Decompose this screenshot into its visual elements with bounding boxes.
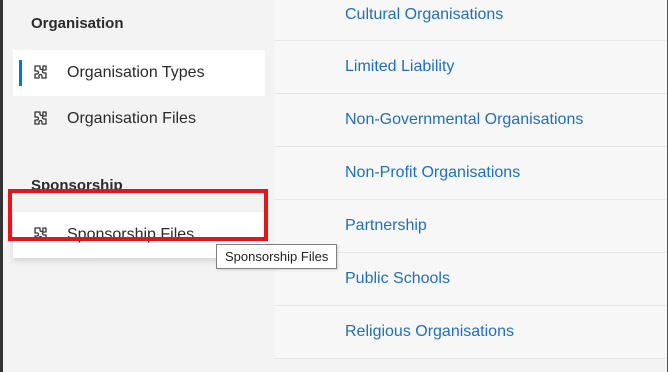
puzzle-icon <box>31 64 49 82</box>
list-item[interactable]: Non-Governmental Organisations <box>275 94 667 147</box>
content-panel: Cultural Organisations Limited Liability… <box>265 0 667 372</box>
sidebar-item-organisation-files[interactable]: Organisation Files <box>13 96 265 142</box>
list-item[interactable]: Cultural Organisations <box>275 0 667 41</box>
puzzle-icon <box>31 110 49 128</box>
list-item[interactable]: Non-Profit Organisations <box>275 147 667 200</box>
section-heading-sponsorship: Sponsorship <box>31 177 123 194</box>
active-indicator <box>19 60 22 86</box>
list-item[interactable]: Limited Liability <box>275 41 667 94</box>
sidebar-item-organisation-types[interactable]: Organisation Types <box>13 50 265 96</box>
sidebar-item-label: Sponsorship Files <box>67 226 195 243</box>
sidebar-item-label: Organisation Types <box>67 64 205 81</box>
puzzle-icon <box>31 226 49 244</box>
window-left-edge <box>0 0 3 372</box>
sidebar-item-label: Organisation Files <box>67 110 196 127</box>
sidebar: Organisation Organisation Types Organisa… <box>3 0 265 372</box>
section-heading-organisation: Organisation <box>31 15 124 32</box>
list-item[interactable]: Religious Organisations <box>275 306 667 359</box>
tooltip: Sponsorship Files <box>216 244 338 269</box>
